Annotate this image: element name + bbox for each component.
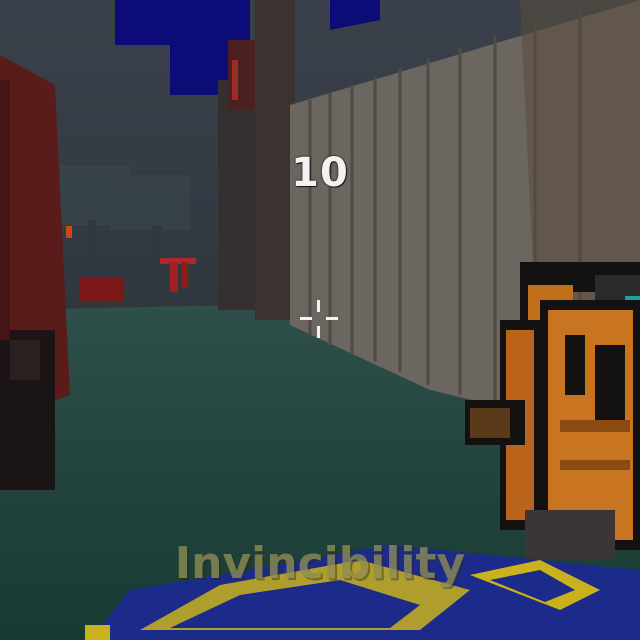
crosshair-icon (300, 300, 338, 338)
powerup-notification: Invincibility (174, 538, 466, 589)
game-viewport[interactable]: 10 Invincibility (0, 0, 640, 640)
building-left-wall (218, 80, 258, 310)
round-countdown: 10 (291, 150, 349, 196)
